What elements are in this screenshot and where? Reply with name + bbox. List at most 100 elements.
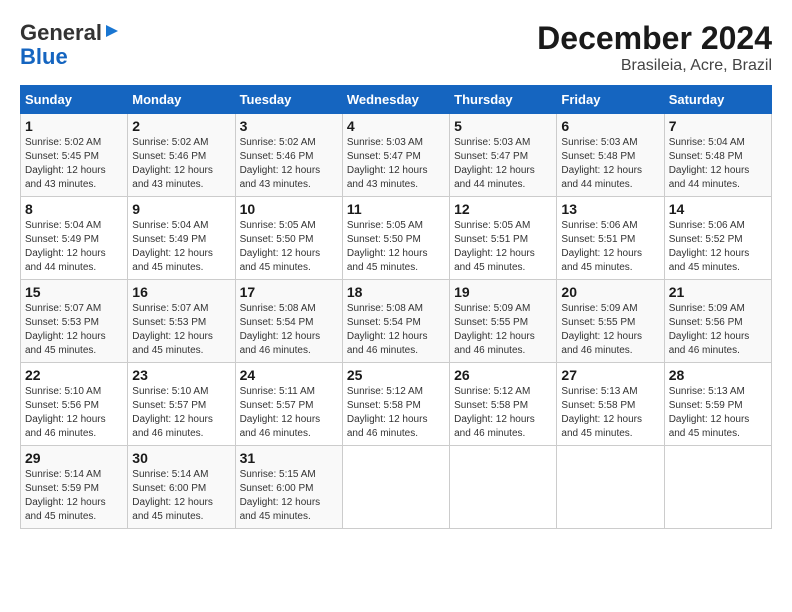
day-number: 5 — [454, 118, 552, 134]
logo: General Blue — [20, 20, 122, 68]
calendar-week-row: 29 Sunrise: 5:14 AMSunset: 5:59 PMDaylig… — [21, 446, 772, 529]
table-row: 4 Sunrise: 5:03 AMSunset: 5:47 PMDayligh… — [342, 114, 449, 197]
day-number: 10 — [240, 201, 338, 217]
day-number: 17 — [240, 284, 338, 300]
calendar-week-row: 1 Sunrise: 5:02 AMSunset: 5:45 PMDayligh… — [21, 114, 772, 197]
day-info: Sunrise: 5:04 AMSunset: 5:48 PMDaylight:… — [669, 137, 750, 190]
day-info: Sunrise: 5:13 AMSunset: 5:58 PMDaylight:… — [561, 386, 642, 439]
day-info: Sunrise: 5:07 AMSunset: 5:53 PMDaylight:… — [25, 303, 106, 356]
page-header: General Blue December 2024 Brasileia, Ac… — [20, 20, 772, 75]
table-row: 9 Sunrise: 5:04 AMSunset: 5:49 PMDayligh… — [128, 197, 235, 280]
day-info: Sunrise: 5:14 AMSunset: 6:00 PMDaylight:… — [132, 469, 213, 522]
table-row: 8 Sunrise: 5:04 AMSunset: 5:49 PMDayligh… — [21, 197, 128, 280]
day-number: 6 — [561, 118, 659, 134]
day-info: Sunrise: 5:05 AMSunset: 5:50 PMDaylight:… — [347, 220, 428, 273]
calendar-header-row: Sunday Monday Tuesday Wednesday Thursday… — [21, 86, 772, 114]
day-number: 23 — [132, 367, 230, 383]
day-info: Sunrise: 5:09 AMSunset: 5:56 PMDaylight:… — [669, 303, 750, 356]
day-info: Sunrise: 5:06 AMSunset: 5:52 PMDaylight:… — [669, 220, 750, 273]
day-info: Sunrise: 5:02 AMSunset: 5:46 PMDaylight:… — [132, 137, 213, 190]
table-row: 6 Sunrise: 5:03 AMSunset: 5:48 PMDayligh… — [557, 114, 664, 197]
table-row: 22 Sunrise: 5:10 AMSunset: 5:56 PMDaylig… — [21, 363, 128, 446]
calendar-week-row: 15 Sunrise: 5:07 AMSunset: 5:53 PMDaylig… — [21, 280, 772, 363]
table-row: 29 Sunrise: 5:14 AMSunset: 5:59 PMDaylig… — [21, 446, 128, 529]
table-row: 19 Sunrise: 5:09 AMSunset: 5:55 PMDaylig… — [450, 280, 557, 363]
day-info: Sunrise: 5:08 AMSunset: 5:54 PMDaylight:… — [240, 303, 321, 356]
day-number: 27 — [561, 367, 659, 383]
day-number: 7 — [669, 118, 767, 134]
day-info: Sunrise: 5:05 AMSunset: 5:50 PMDaylight:… — [240, 220, 321, 273]
day-number: 9 — [132, 201, 230, 217]
day-number: 18 — [347, 284, 445, 300]
table-row: 21 Sunrise: 5:09 AMSunset: 5:56 PMDaylig… — [664, 280, 771, 363]
table-row: 26 Sunrise: 5:12 AMSunset: 5:58 PMDaylig… — [450, 363, 557, 446]
day-info: Sunrise: 5:15 AMSunset: 6:00 PMDaylight:… — [240, 469, 321, 522]
table-row — [664, 446, 771, 529]
day-info: Sunrise: 5:05 AMSunset: 5:51 PMDaylight:… — [454, 220, 535, 273]
table-row: 3 Sunrise: 5:02 AMSunset: 5:46 PMDayligh… — [235, 114, 342, 197]
table-row: 17 Sunrise: 5:08 AMSunset: 5:54 PMDaylig… — [235, 280, 342, 363]
logo-general: General — [20, 20, 102, 46]
day-info: Sunrise: 5:04 AMSunset: 5:49 PMDaylight:… — [25, 220, 106, 273]
day-info: Sunrise: 5:13 AMSunset: 5:59 PMDaylight:… — [669, 386, 750, 439]
day-info: Sunrise: 5:09 AMSunset: 5:55 PMDaylight:… — [561, 303, 642, 356]
table-row: 12 Sunrise: 5:05 AMSunset: 5:51 PMDaylig… — [450, 197, 557, 280]
table-row — [450, 446, 557, 529]
day-info: Sunrise: 5:11 AMSunset: 5:57 PMDaylight:… — [240, 386, 321, 439]
day-info: Sunrise: 5:10 AMSunset: 5:57 PMDaylight:… — [132, 386, 213, 439]
day-number: 31 — [240, 450, 338, 466]
table-row: 20 Sunrise: 5:09 AMSunset: 5:55 PMDaylig… — [557, 280, 664, 363]
table-row: 24 Sunrise: 5:11 AMSunset: 5:57 PMDaylig… — [235, 363, 342, 446]
day-info: Sunrise: 5:10 AMSunset: 5:56 PMDaylight:… — [25, 386, 106, 439]
day-info: Sunrise: 5:02 AMSunset: 5:46 PMDaylight:… — [240, 137, 321, 190]
day-number: 30 — [132, 450, 230, 466]
day-number: 3 — [240, 118, 338, 134]
table-row: 5 Sunrise: 5:03 AMSunset: 5:47 PMDayligh… — [450, 114, 557, 197]
table-row: 15 Sunrise: 5:07 AMSunset: 5:53 PMDaylig… — [21, 280, 128, 363]
col-tuesday: Tuesday — [235, 86, 342, 114]
day-number: 11 — [347, 201, 445, 217]
day-number: 25 — [347, 367, 445, 383]
table-row — [342, 446, 449, 529]
table-row: 10 Sunrise: 5:05 AMSunset: 5:50 PMDaylig… — [235, 197, 342, 280]
day-number: 20 — [561, 284, 659, 300]
day-number: 16 — [132, 284, 230, 300]
table-row: 23 Sunrise: 5:10 AMSunset: 5:57 PMDaylig… — [128, 363, 235, 446]
day-info: Sunrise: 5:02 AMSunset: 5:45 PMDaylight:… — [25, 137, 106, 190]
table-row: 27 Sunrise: 5:13 AMSunset: 5:58 PMDaylig… — [557, 363, 664, 446]
day-number: 2 — [132, 118, 230, 134]
table-row: 2 Sunrise: 5:02 AMSunset: 5:46 PMDayligh… — [128, 114, 235, 197]
day-number: 14 — [669, 201, 767, 217]
day-number: 12 — [454, 201, 552, 217]
day-info: Sunrise: 5:09 AMSunset: 5:55 PMDaylight:… — [454, 303, 535, 356]
col-friday: Friday — [557, 86, 664, 114]
day-info: Sunrise: 5:14 AMSunset: 5:59 PMDaylight:… — [25, 469, 106, 522]
page-subtitle: Brasileia, Acre, Brazil — [537, 57, 772, 75]
table-row: 30 Sunrise: 5:14 AMSunset: 6:00 PMDaylig… — [128, 446, 235, 529]
day-info: Sunrise: 5:03 AMSunset: 5:48 PMDaylight:… — [561, 137, 642, 190]
day-number: 15 — [25, 284, 123, 300]
day-number: 8 — [25, 201, 123, 217]
col-thursday: Thursday — [450, 86, 557, 114]
col-sunday: Sunday — [21, 86, 128, 114]
day-number: 21 — [669, 284, 767, 300]
calendar-week-row: 8 Sunrise: 5:04 AMSunset: 5:49 PMDayligh… — [21, 197, 772, 280]
col-wednesday: Wednesday — [342, 86, 449, 114]
table-row: 11 Sunrise: 5:05 AMSunset: 5:50 PMDaylig… — [342, 197, 449, 280]
day-number: 13 — [561, 201, 659, 217]
day-number: 4 — [347, 118, 445, 134]
day-info: Sunrise: 5:07 AMSunset: 5:53 PMDaylight:… — [132, 303, 213, 356]
day-number: 22 — [25, 367, 123, 383]
title-block: December 2024 Brasileia, Acre, Brazil — [537, 20, 772, 75]
table-row: 1 Sunrise: 5:02 AMSunset: 5:45 PMDayligh… — [21, 114, 128, 197]
day-info: Sunrise: 5:03 AMSunset: 5:47 PMDaylight:… — [454, 137, 535, 190]
page-title: December 2024 — [537, 20, 772, 57]
day-info: Sunrise: 5:03 AMSunset: 5:47 PMDaylight:… — [347, 137, 428, 190]
day-info: Sunrise: 5:08 AMSunset: 5:54 PMDaylight:… — [347, 303, 428, 356]
table-row: 14 Sunrise: 5:06 AMSunset: 5:52 PMDaylig… — [664, 197, 771, 280]
table-row: 18 Sunrise: 5:08 AMSunset: 5:54 PMDaylig… — [342, 280, 449, 363]
day-info: Sunrise: 5:12 AMSunset: 5:58 PMDaylight:… — [347, 386, 428, 439]
table-row: 16 Sunrise: 5:07 AMSunset: 5:53 PMDaylig… — [128, 280, 235, 363]
col-monday: Monday — [128, 86, 235, 114]
calendar-week-row: 22 Sunrise: 5:10 AMSunset: 5:56 PMDaylig… — [21, 363, 772, 446]
